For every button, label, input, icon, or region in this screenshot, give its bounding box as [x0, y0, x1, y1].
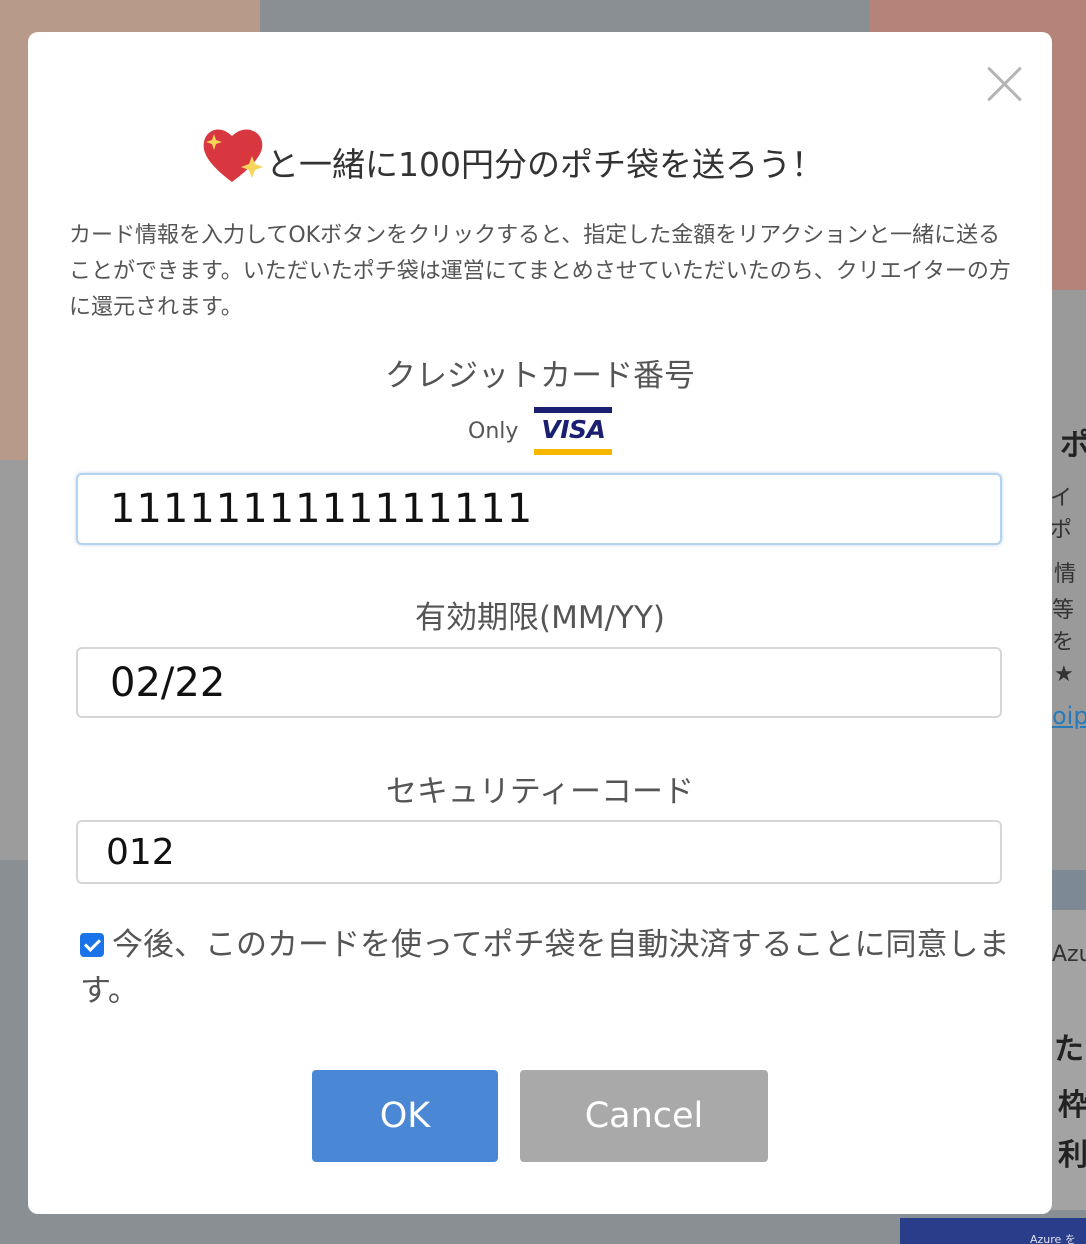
- close-icon[interactable]: [984, 64, 1024, 104]
- accepted-cards: Only VISA: [468, 406, 613, 456]
- background-text: 利: [1058, 1138, 1086, 1173]
- dialog-description: カード情報を入力してOKボタンをクリックすると、指定した金額をリアクションと一緒…: [69, 223, 1011, 320]
- consent-checkbox[interactable]: [80, 933, 104, 957]
- background-text: た: [1054, 1032, 1084, 1067]
- dialog-title: と一緒に100円分のポチ袋を送ろう！: [266, 145, 824, 184]
- security-code-label: セキュリティーコード: [385, 774, 695, 810]
- background-text: イポ: [1050, 486, 1073, 543]
- sparkling-heart-icon: [200, 124, 266, 188]
- card-number-input[interactable]: 1111111111111111: [76, 473, 1002, 545]
- expiry-label: 有効期限(MM/YY): [415, 600, 665, 636]
- background-text: ★: [1054, 662, 1074, 687]
- visa-logo: VISA: [534, 407, 613, 455]
- consent-text: 今後、このカードを使ってポチ袋を自動決済することに同意します。: [80, 927, 1010, 1009]
- background-text: 情: [1054, 562, 1077, 587]
- dialog-title-row: と一緒に100円分のポチ袋を送ろう！: [200, 118, 824, 188]
- background-text: 等を: [1052, 598, 1075, 655]
- card-number-label: クレジットカード番号: [385, 358, 695, 394]
- only-text: Only: [468, 418, 519, 444]
- security-code-input[interactable]: 012: [76, 820, 1002, 884]
- auto-payment-consent: 今後、このカードを使ってポチ袋を自動決済することに同意します。: [80, 922, 1010, 1014]
- background-ad-text: Azure を無: [1030, 1233, 1076, 1244]
- pochi-bukuro-dialog: と一緒に100円分のポチ袋を送ろう！ カード情報を入力してOKボタンをクリックす…: [28, 32, 1052, 1214]
- ok-button[interactable]: OK: [312, 1070, 498, 1162]
- background-text: ポ: [1060, 428, 1086, 463]
- expiry-input[interactable]: 02/22: [76, 647, 1002, 718]
- background-text: 枠: [1058, 1088, 1086, 1123]
- background-link: oip: [1052, 702, 1086, 730]
- cancel-button[interactable]: Cancel: [520, 1070, 768, 1162]
- background-text: Azu: [1052, 942, 1086, 967]
